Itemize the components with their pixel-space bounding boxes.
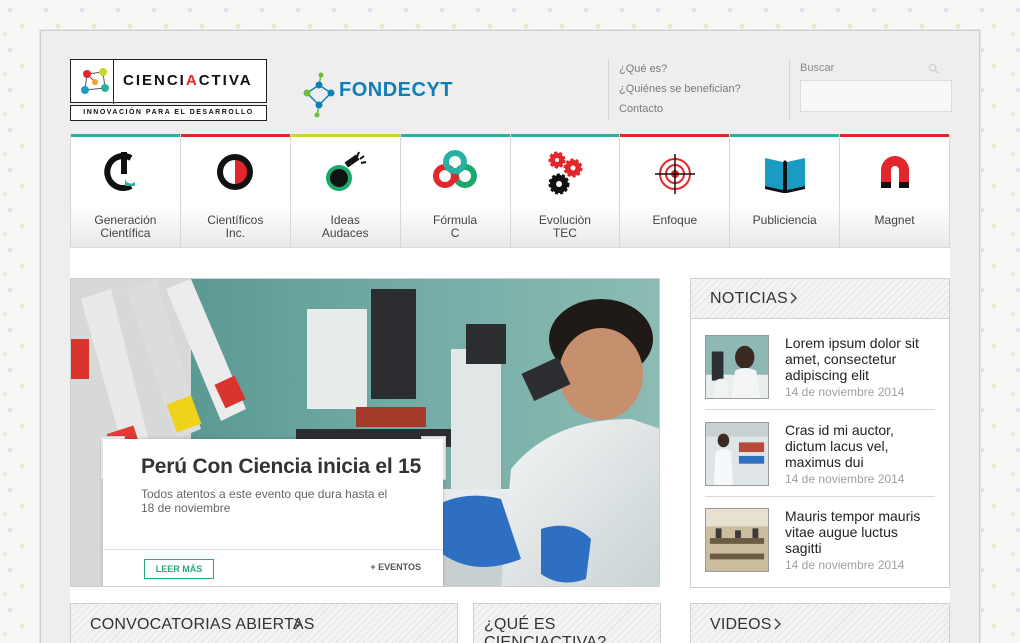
magnet-icon — [880, 156, 909, 188]
target-icon — [654, 154, 695, 194]
nav-label: Generación Científica — [94, 213, 157, 240]
que-es-title: ¿QUÉ ES CIENCIACTIVA? — [484, 616, 607, 643]
search-input[interactable] — [800, 80, 952, 112]
nav-label: Publiciencia — [752, 213, 817, 227]
nav-item-ideas-audaces[interactable]: Ideas Audaces — [290, 134, 401, 247]
convocatorias-panel[interactable]: CONVOCATORIAS ABIERTAS — [70, 603, 458, 643]
nav-item-formula-c[interactable]: Fórmula C — [400, 134, 511, 247]
news-thumbnail — [705, 422, 769, 486]
news-item-date: 14 de noviembre 2014 — [785, 385, 905, 399]
news-separator — [705, 409, 935, 410]
main-nav: Generación Científica Científicos Inc. I… — [70, 134, 950, 248]
hero-title: Perú Con Ciencia inicia el 15 — [141, 455, 422, 478]
fondecyt-logo[interactable]: FONDECYT — [299, 71, 453, 119]
nav-color-bar — [290, 134, 400, 137]
nav-label: Científicos Inc. — [207, 213, 264, 240]
fondecyt-molecule-icon — [303, 72, 335, 118]
nav-item-enfoque[interactable]: Enfoque — [620, 134, 731, 247]
news-header[interactable]: NOTICIAS — [691, 279, 949, 319]
nav-color-bar — [510, 134, 620, 137]
news-thumbnail — [705, 508, 769, 572]
logo-divider — [113, 60, 114, 104]
link-contacto[interactable]: Contacto — [619, 99, 778, 119]
news-item[interactable]: Cras id mi auctor, dictum lacus vel, max… — [705, 422, 935, 508]
que-es-panel[interactable]: ¿QUÉ ES CIENCIACTIVA? — [473, 603, 661, 643]
news-item-date: 14 de noviembre 2014 — [785, 472, 905, 486]
news-item-title: Cras id mi auctor, dictum lacus vel, max… — [785, 422, 894, 470]
nav-color-bar — [730, 134, 840, 137]
link-quienes-se-benefician[interactable]: ¿Quiénes se benefician? — [619, 79, 778, 99]
videos-panel[interactable]: VIDEOS — [690, 603, 950, 643]
right-band — [950, 31, 979, 643]
rings-icon — [433, 150, 478, 188]
nav-label: Enfoque — [652, 213, 698, 227]
hero-slider[interactable]: « » Perú Con Ciencia inicia el 15 Todos … — [70, 278, 660, 587]
half-circle-icon — [217, 154, 254, 190]
news-item[interactable]: Lorem ipsum dolor sit amet, consectetur … — [705, 335, 935, 421]
logo-tagline: INNOVACIÓN PARA EL DESARROLLO — [70, 105, 267, 121]
gc-icon — [104, 152, 136, 191]
news-item-date: 14 de noviembre 2014 — [785, 558, 905, 572]
news-item[interactable]: Mauris tempor mauris vitae augue luctus … — [705, 508, 935, 594]
nav-label: Magnet — [874, 213, 915, 227]
convocatorias-title: CONVOCATORIAS ABIERTAS — [90, 616, 315, 633]
chevron-right-icon — [790, 292, 798, 304]
news-panel: NOTICIAS Lorem ipsum dolor sit amet, con… — [690, 278, 950, 588]
nav-item-cientificos-inc[interactable]: Científicos Inc. — [180, 134, 291, 247]
nav-color-bar — [180, 134, 290, 137]
cienciactiva-logo[interactable]: CIENCIACTIVA INNOVACIÓN PARA EL DESARROL… — [70, 59, 267, 121]
nav-color-bar — [840, 134, 949, 137]
nav-color-bar — [620, 134, 730, 137]
flask-icon — [326, 151, 367, 191]
search-icon[interactable] — [928, 63, 939, 74]
gears-icon — [548, 151, 583, 195]
news-item-title: Mauris tempor mauris vitae augue luctus … — [785, 508, 921, 556]
nav-item-generacion-cientifica[interactable]: Generación Científica — [71, 134, 181, 247]
chevron-right-icon — [774, 618, 782, 630]
hero-caption-footer: LEER MÁS + EVENTOS — [103, 549, 443, 586]
logo-box: CIENCIACTIVA — [70, 59, 267, 104]
nav-color-bar — [71, 134, 180, 137]
news-separator — [705, 496, 935, 497]
read-more-button[interactable]: LEER MÁS — [144, 559, 214, 579]
news-item-title: Lorem ipsum dolor sit amet, consectetur … — [785, 335, 919, 383]
chevron-right-icon — [294, 618, 302, 630]
molecule-icon — [81, 68, 109, 94]
nav-item-magnet[interactable]: Magnet — [840, 134, 949, 247]
search-box: Buscar — [789, 59, 952, 121]
nav-label: Ideas Audaces — [321, 213, 369, 240]
book-icon — [764, 158, 805, 193]
nav-label: Evoluciòn TEC — [538, 213, 591, 240]
nav-item-evolucion-tec[interactable]: Evoluciòn TEC — [510, 134, 621, 247]
nav-item-publiciencia[interactable]: Publiciencia — [730, 134, 841, 247]
news-title: NOTICIAS — [710, 290, 788, 307]
left-band — [41, 31, 70, 643]
logo-name: CIENCIACTIVA — [123, 72, 253, 89]
nav-label: Fórmula C — [433, 213, 478, 240]
nav-color-bar — [400, 134, 510, 137]
header-links: ¿Qué es? ¿Quiénes se benefician? Contact… — [608, 59, 778, 121]
events-link[interactable]: + EVENTOS — [370, 562, 421, 572]
fondecyt-name: FONDECYT — [339, 79, 453, 101]
hero-caption: Perú Con Ciencia inicia el 15 Todos aten… — [103, 439, 443, 586]
page-container: CIENCIACTIVA INNOVACIÓN PARA EL DESARROL… — [40, 30, 980, 643]
videos-title: VIDEOS — [710, 616, 772, 633]
link-que-es[interactable]: ¿Qué es? — [619, 59, 778, 79]
news-thumbnail — [705, 335, 769, 399]
hero-text: Todos atentos a este evento que dura has… — [141, 487, 388, 515]
